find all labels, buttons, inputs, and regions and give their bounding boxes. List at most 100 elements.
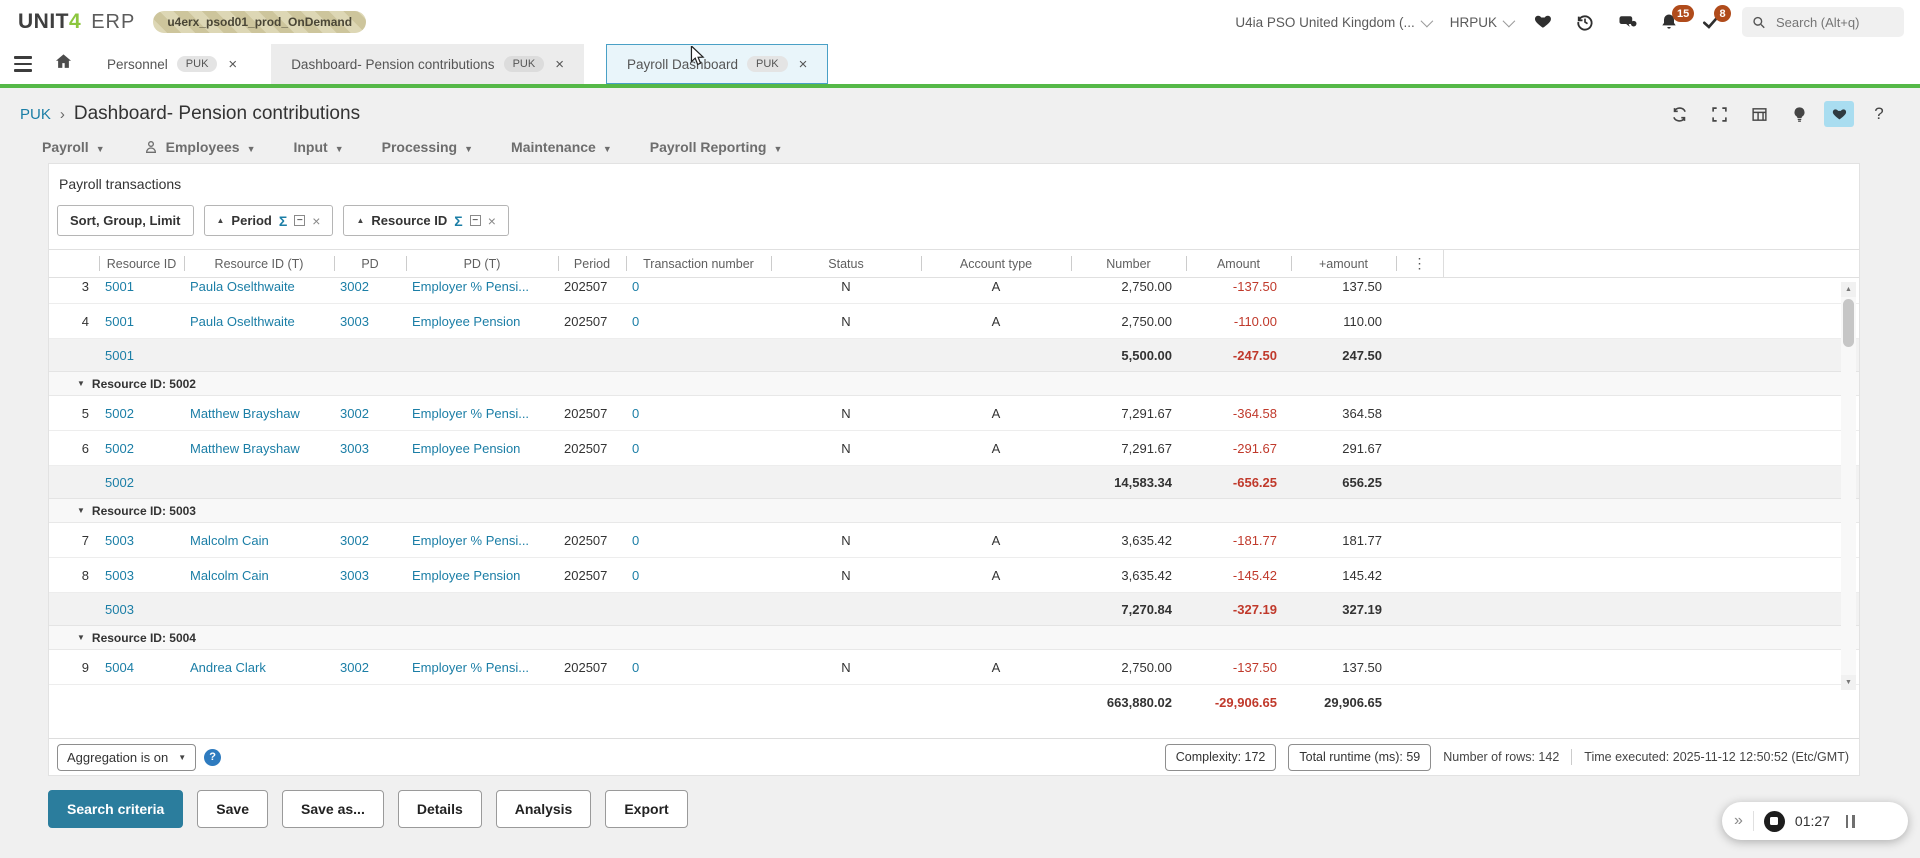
collapse-group-caret-icon[interactable]: ▼ [77,506,85,515]
cell-resource-name[interactable]: Matthew Brayshaw [184,441,334,456]
column-menu-icon[interactable]: ⋮ [1396,250,1444,277]
table-row[interactable]: 55002Matthew Brayshaw3002Employer % Pens… [49,396,1859,431]
main-menu-icon[interactable] [14,56,32,72]
cell-pd-t[interactable]: Employee Pension [406,314,558,329]
pause-recording-button[interactable] [1846,815,1855,828]
cell-pd-t[interactable]: Employer % Pensi... [406,279,558,294]
column-header-transaction-number[interactable]: Transaction number [626,250,771,277]
tasks-check-icon[interactable]: 8 [1700,11,1722,33]
global-search[interactable] [1742,7,1904,37]
table-row[interactable]: 85003Malcolm Cain3003Employee Pension202… [49,558,1859,593]
cell-resource-name[interactable]: Paula Oselthwaite [184,279,334,294]
close-icon[interactable]: × [312,213,320,229]
table-row[interactable]: 75003Malcolm Cain3002Employer % Pensi...… [49,523,1859,558]
search-criteria-button[interactable]: Search criteria [48,790,183,828]
scrollbar-thumb[interactable] [1843,299,1854,347]
notifications-bell-icon[interactable]: 15 [1658,11,1680,33]
cell-pd-t[interactable]: Employer % Pensi... [406,660,558,675]
group-chip-period[interactable]: ▲ Period Σ − × [204,205,334,236]
favourite-page-icon[interactable] [1824,101,1854,127]
lightbulb-icon[interactable] [1784,101,1814,127]
table-row[interactable]: 65002Matthew Brayshaw3003Employee Pensio… [49,431,1859,466]
column-header-resource-id-t-[interactable]: Resource ID (T) [184,250,334,277]
column-header-account-type[interactable]: Account type [921,250,1071,277]
column-header-pd[interactable]: PD [334,250,406,277]
cell-pd[interactable]: 3003 [334,568,406,583]
sum-icon[interactable]: Σ [279,213,287,229]
menu-maintenance[interactable]: Maintenance▼ [511,139,612,155]
cell-resource-name[interactable]: Andrea Clark [184,660,334,675]
cell-resource-id[interactable]: 5001 [99,279,184,294]
favourites-icon[interactable] [1532,11,1554,33]
group-chip-resource-id[interactable]: ▲ Resource ID Σ − × [343,205,508,236]
close-icon[interactable]: × [799,56,808,73]
cell-transaction-number[interactable]: 0 [626,279,771,294]
menu-employees[interactable]: Employees▼ [143,139,256,155]
cell-resource-id[interactable]: 5001 [99,348,184,363]
close-icon[interactable]: × [488,213,496,229]
table-row[interactable]: 35001Paula Oselthwaite3002Employer % Pen… [49,278,1859,304]
fullscreen-icon[interactable] [1704,101,1734,127]
cell-transaction-number[interactable]: 0 [626,406,771,421]
cell-resource-id[interactable]: 5002 [99,406,184,421]
column-header-number[interactable]: Number [1071,250,1186,277]
close-icon[interactable]: × [555,56,564,73]
scroll-down-arrow[interactable]: ▼ [1841,675,1856,690]
collapse-group-icon[interactable]: − [294,215,305,226]
cell-resource-name[interactable]: Malcolm Cain [184,568,334,583]
cell-resource-id[interactable]: 5004 [99,660,184,675]
columns-icon[interactable] [1744,101,1774,127]
cell-transaction-number[interactable]: 0 [626,441,771,456]
search-input[interactable] [1774,14,1894,31]
cell-pd[interactable]: 3003 [334,441,406,456]
stop-recording-button[interactable] [1764,811,1785,832]
cell-transaction-number[interactable]: 0 [626,314,771,329]
cell-transaction-number[interactable]: 0 [626,568,771,583]
sum-icon[interactable]: Σ [454,213,462,229]
tab-personnel[interactable]: Personnel PUK × [87,44,257,84]
client-selector[interactable]: U4ia PSO United Kingdom (... [1235,15,1429,30]
cell-pd-t[interactable]: Employee Pension [406,568,558,583]
vertical-scrollbar[interactable]: ▲ ▼ [1841,282,1856,690]
cell-pd[interactable]: 3002 [334,660,406,675]
menu-processing[interactable]: Processing▼ [382,139,473,155]
table-row[interactable]: 95004Andrea Clark3002Employer % Pensi...… [49,650,1859,685]
cell-resource-id[interactable]: 5003 [99,533,184,548]
column-header-amount[interactable]: Amount [1186,250,1291,277]
cell-resource-id[interactable]: 5002 [99,475,184,490]
home-icon[interactable] [54,52,73,76]
cell-pd-t[interactable]: Employee Pension [406,441,558,456]
cell-transaction-number[interactable]: 0 [626,533,771,548]
save-button[interactable]: Save [197,790,268,828]
refresh-icon[interactable] [1664,101,1694,127]
cell-resource-name[interactable]: Matthew Brayshaw [184,406,334,421]
analysis-button[interactable]: Analysis [496,790,592,828]
tab-payroll-dashboard[interactable]: Payroll Dashboard PUK × [606,44,828,84]
cell-pd[interactable]: 3002 [334,279,406,294]
cell-resource-id[interactable]: 5002 [99,441,184,456]
cell-pd-t[interactable]: Employer % Pensi... [406,533,558,548]
column-header-resource-id[interactable]: Resource ID [99,250,184,277]
aggregation-help-icon[interactable]: ? [204,749,221,766]
cell-resource-id[interactable]: 5003 [99,602,184,617]
chat-icon[interactable] [1616,11,1638,33]
cell-pd[interactable]: 3002 [334,406,406,421]
sort-group-limit-button[interactable]: Sort, Group, Limit [57,205,194,236]
cell-pd-t[interactable]: Employer % Pensi... [406,406,558,421]
group-row[interactable]: ▼Resource ID: 5002 [49,372,1859,396]
breadcrumb-root-link[interactable]: PUK [20,106,51,123]
cell-transaction-number[interactable]: 0 [626,660,771,675]
column-header-pd-t-[interactable]: PD (T) [406,250,558,277]
cell-resource-name[interactable]: Paula Oselthwaite [184,314,334,329]
tab-dashboard-pension-contributions[interactable]: Dashboard- Pension contributions PUK × [271,44,584,84]
user-selector[interactable]: HRPUK [1450,15,1512,30]
cell-resource-name[interactable]: Malcolm Cain [184,533,334,548]
collapse-group-caret-icon[interactable]: ▼ [77,633,85,642]
cell-resource-id[interactable]: 5001 [99,314,184,329]
table-row[interactable]: 45001Paula Oselthwaite3003Employee Pensi… [49,304,1859,339]
group-row[interactable]: ▼Resource ID: 5003 [49,499,1859,523]
aggregation-select[interactable]: Aggregation is on▼ [57,744,196,771]
scroll-up-arrow[interactable]: ▲ [1841,282,1856,297]
menu-input[interactable]: Input▼ [293,139,343,155]
save-as-button[interactable]: Save as... [282,790,384,828]
